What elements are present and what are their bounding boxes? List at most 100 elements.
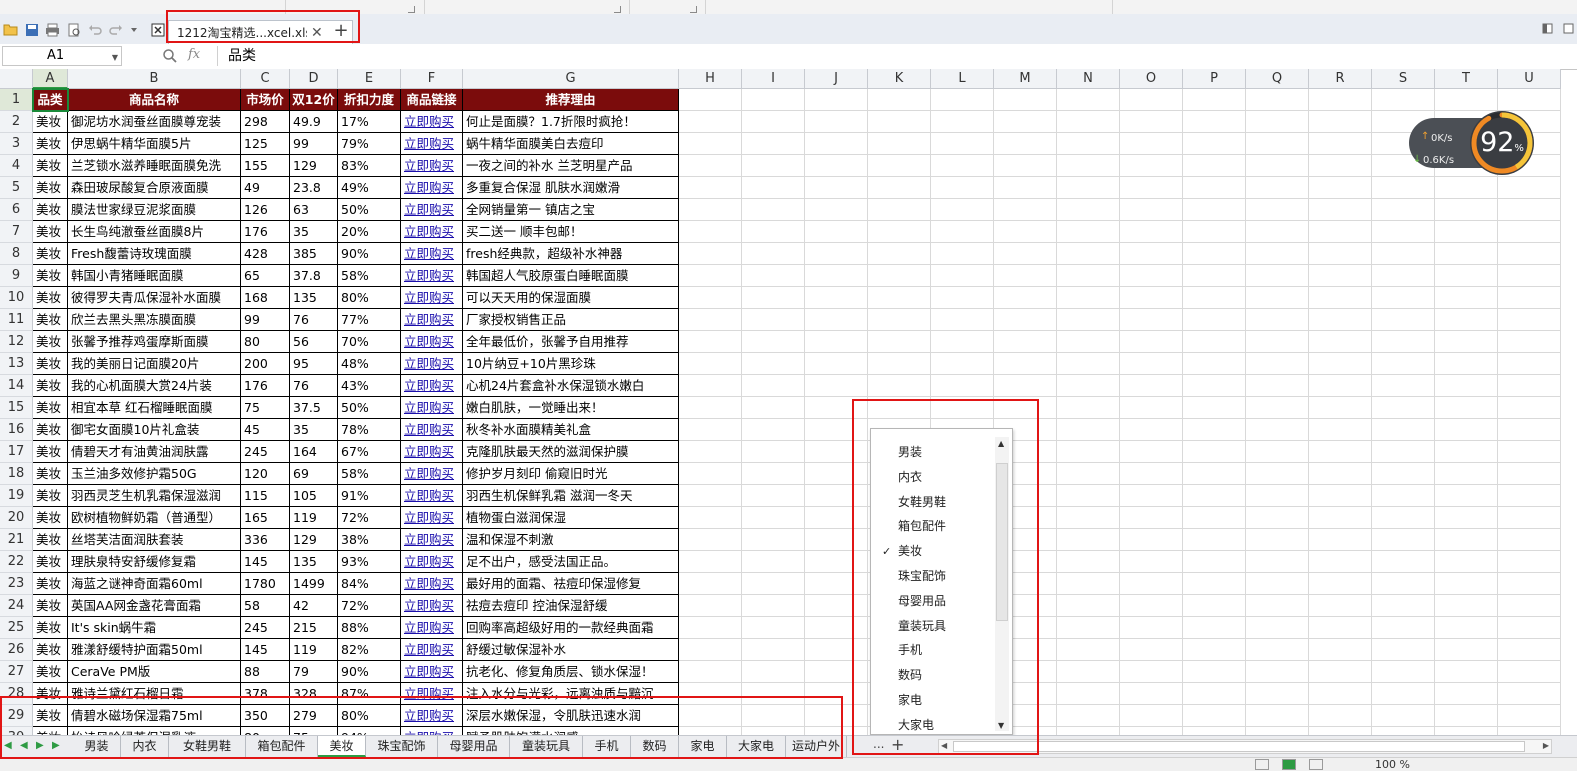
table-cell[interactable]: 玉兰油多效修护霜50G (68, 463, 241, 485)
empty-cell[interactable] (1435, 177, 1498, 199)
empty-cell[interactable] (868, 287, 931, 309)
empty-cell[interactable] (868, 331, 931, 353)
table-cell[interactable]: 何止是面膜？1.7折限时疯抢！ (463, 111, 679, 133)
table-cell[interactable]: 御泥坊水润蚕丝面膜尊宠装 (68, 111, 241, 133)
sheet-tab[interactable]: 大家电 (727, 736, 786, 757)
select-all-corner[interactable] (0, 69, 33, 89)
empty-cell[interactable] (679, 89, 742, 111)
table-cell[interactable]: 88% (338, 617, 401, 639)
empty-cell[interactable] (1120, 265, 1183, 287)
table-cell[interactable]: 多重复合保湿 肌肤水润嫩滑 (463, 177, 679, 199)
empty-cell[interactable] (1120, 309, 1183, 331)
empty-cell[interactable] (1246, 353, 1309, 375)
sheet-list-item[interactable]: 内衣 (898, 466, 922, 488)
empty-cell[interactable] (1120, 221, 1183, 243)
table-cell[interactable]: 丝塔芙洁面润肤套装 (68, 529, 241, 551)
table-cell[interactable]: 羽西生机保鲜乳霜 滋润一冬天 (463, 485, 679, 507)
table-cell[interactable]: 美妆 (33, 199, 68, 221)
empty-cell[interactable] (1372, 573, 1435, 595)
sheet-list-item[interactable]: 珠宝配饰 (898, 565, 946, 587)
empty-cell[interactable] (1057, 287, 1120, 309)
empty-cell[interactable] (1246, 89, 1309, 111)
empty-cell[interactable] (1372, 243, 1435, 265)
empty-cell[interactable] (1057, 727, 1120, 735)
table-cell[interactable]: 美妆 (33, 683, 68, 705)
table-cell[interactable]: 99 (241, 309, 290, 331)
empty-cell[interactable] (994, 177, 1057, 199)
buy-link[interactable]: 立即购买 (401, 639, 463, 661)
empty-cell[interactable] (1183, 375, 1246, 397)
table-header-cell[interactable]: 双12价 (290, 89, 338, 111)
empty-cell[interactable] (805, 727, 868, 735)
empty-cell[interactable] (1120, 551, 1183, 573)
row-header[interactable]: 2 (0, 111, 33, 133)
table-cell[interactable]: 祛痘去痘印 控油保湿舒缓 (463, 595, 679, 617)
scroll-down-icon[interactable]: ▼ (998, 721, 1004, 730)
buy-link[interactable]: 立即购买 (401, 353, 463, 375)
empty-cell[interactable] (1372, 397, 1435, 419)
empty-cell[interactable] (1309, 265, 1372, 287)
empty-cell[interactable] (1435, 639, 1498, 661)
empty-cell[interactable] (1309, 639, 1372, 661)
table-cell[interactable]: 兰芝锁水滋养睡眠面膜免洗 (68, 155, 241, 177)
empty-cell[interactable] (1372, 309, 1435, 331)
table-cell[interactable]: 欧树植物鲜奶霜（普通型） (68, 507, 241, 529)
row-header[interactable]: 17 (0, 441, 33, 463)
table-cell[interactable]: 英国AA网金盏花膏面霜 (68, 595, 241, 617)
empty-cell[interactable] (994, 89, 1057, 111)
buy-link[interactable]: 立即购买 (401, 309, 463, 331)
table-cell[interactable]: 秋冬补水面膜精美礼盒 (463, 419, 679, 441)
empty-cell[interactable] (805, 507, 868, 529)
empty-cell[interactable] (1120, 89, 1183, 111)
table-cell[interactable]: 72% (338, 595, 401, 617)
column-header-D[interactable]: D (290, 69, 338, 89)
empty-cell[interactable] (1435, 221, 1498, 243)
empty-cell[interactable] (1372, 199, 1435, 221)
empty-cell[interactable] (1246, 551, 1309, 573)
row-header[interactable]: 24 (0, 595, 33, 617)
table-cell[interactable]: 10片纳豆+10片黑珍珠 (463, 353, 679, 375)
table-cell[interactable]: 75 (290, 727, 338, 735)
empty-cell[interactable] (1372, 683, 1435, 705)
empty-cell[interactable] (1498, 199, 1561, 221)
table-cell[interactable]: 美妆 (33, 133, 68, 155)
empty-cell[interactable] (994, 331, 1057, 353)
empty-cell[interactable] (1120, 353, 1183, 375)
empty-cell[interactable] (1120, 419, 1183, 441)
table-cell[interactable]: 全年最低价，张馨予自用推荐 (463, 331, 679, 353)
table-cell[interactable]: 145 (241, 639, 290, 661)
table-cell[interactable]: 美妆 (33, 243, 68, 265)
empty-cell[interactable] (1057, 375, 1120, 397)
table-cell[interactable]: 23.8 (290, 177, 338, 199)
table-cell[interactable]: 95 (290, 353, 338, 375)
empty-cell[interactable] (805, 89, 868, 111)
empty-cell[interactable] (1372, 89, 1435, 111)
table-cell[interactable]: 90% (338, 243, 401, 265)
empty-cell[interactable] (742, 661, 805, 683)
empty-cell[interactable] (994, 199, 1057, 221)
empty-cell[interactable] (994, 155, 1057, 177)
table-cell[interactable]: 49 (241, 177, 290, 199)
empty-cell[interactable] (868, 397, 931, 419)
table-cell[interactable]: 美妆 (33, 661, 68, 683)
table-cell[interactable]: 美妆 (33, 573, 68, 595)
empty-cell[interactable] (742, 331, 805, 353)
empty-cell[interactable] (1183, 89, 1246, 111)
empty-cell[interactable] (931, 199, 994, 221)
horizontal-scrollbar[interactable]: ◀ ▶ (938, 739, 1552, 754)
table-cell[interactable]: 94% (338, 727, 401, 735)
column-header-P[interactable]: P (1183, 69, 1246, 89)
empty-cell[interactable] (1120, 133, 1183, 155)
table-header-cell[interactable]: 品类 (33, 89, 68, 111)
sheet-tab[interactable]: 男装 (73, 736, 121, 757)
table-cell[interactable]: 76 (290, 309, 338, 331)
empty-cell[interactable] (1309, 89, 1372, 111)
empty-cell[interactable] (1120, 727, 1183, 735)
empty-cell[interactable] (742, 265, 805, 287)
spreadsheet-grid[interactable]: ABCDEFGHIJKLMNOPQRSTU 1 2 3 4 5 6 7 8 9 10 11 12 13 1… (0, 69, 1577, 735)
table-cell[interactable]: 35 (290, 221, 338, 243)
table-cell[interactable]: 倩碧天才有油黄油润肤露 (68, 441, 241, 463)
empty-cell[interactable] (1435, 507, 1498, 529)
empty-cell[interactable] (1120, 661, 1183, 683)
empty-cell[interactable] (1057, 573, 1120, 595)
